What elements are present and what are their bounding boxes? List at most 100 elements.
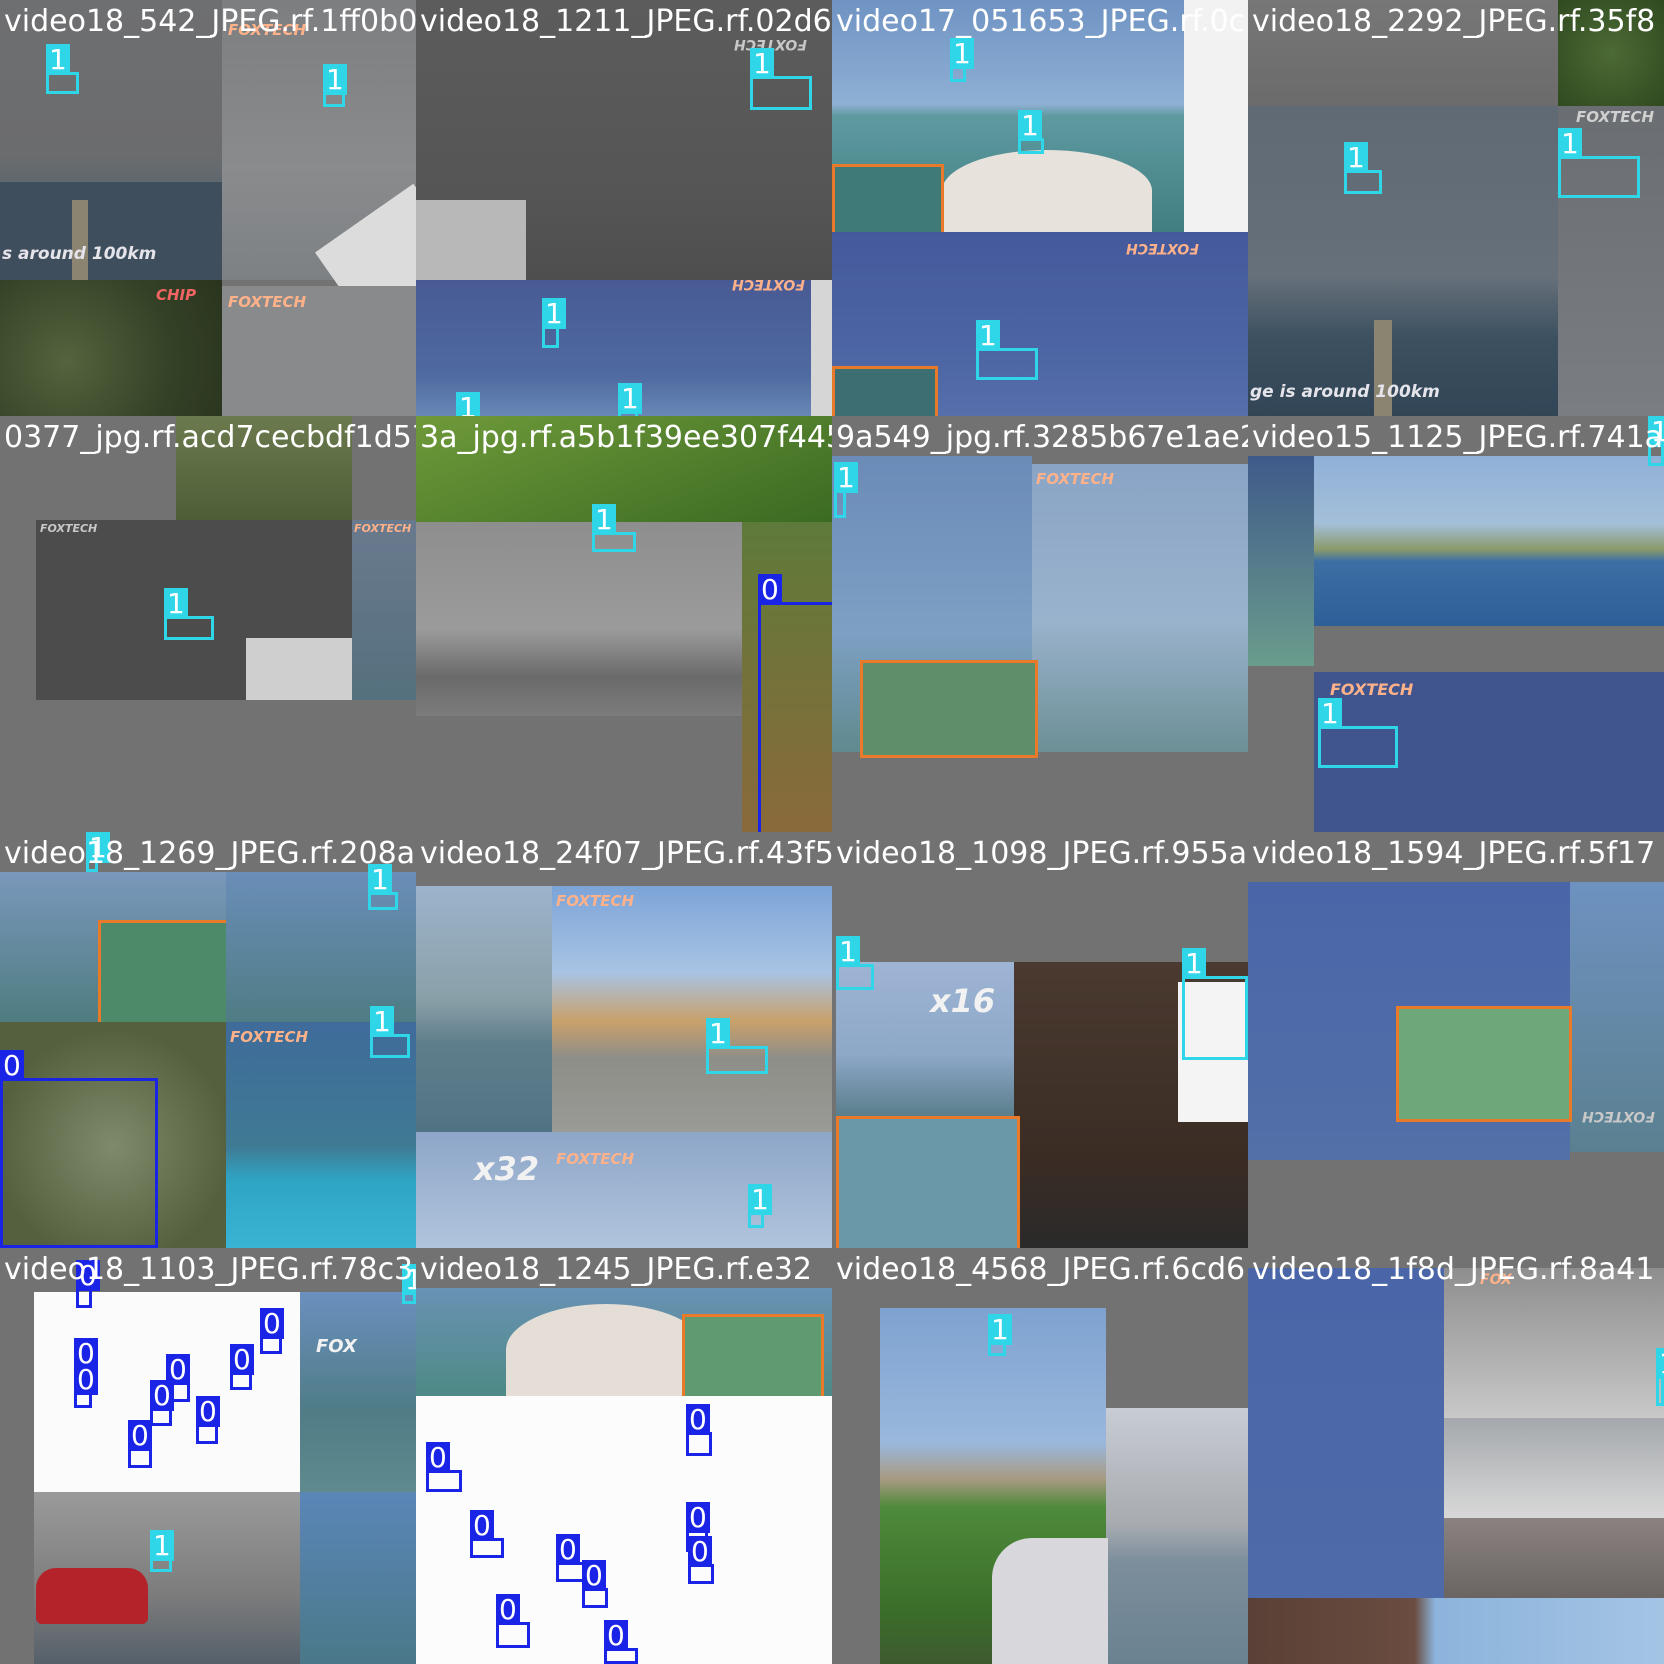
- bbox-drone: 1: [150, 1530, 174, 1572]
- boat-deck: [506, 1304, 706, 1396]
- bbox-drone: 1: [46, 44, 79, 94]
- watermark: FOXTECH: [228, 293, 307, 311]
- bbox-label: 1: [706, 1018, 730, 1049]
- zoom-text: x32: [474, 1150, 540, 1188]
- mosaic-tile: FOXTECH x32 FOXTECH 1 1 video18_24f07_JP…: [416, 832, 832, 1248]
- bbox-label: 1: [1558, 128, 1582, 159]
- bbox-label: 0: [260, 1308, 284, 1339]
- sea-photo: [352, 520, 416, 700]
- watermark: FOXTECH: [1582, 1108, 1655, 1124]
- bbox-drone: 1: [748, 1184, 772, 1228]
- watermark: FOXTECH: [230, 1028, 309, 1046]
- tile-title: video18_1098_JPEG.rf.955a: [836, 836, 1248, 871]
- bbox-label: 1: [164, 588, 188, 619]
- caption-text: s around 100km: [2, 244, 157, 264]
- bbox-drone: 1: [370, 1006, 410, 1058]
- mosaic-tile: 0 0 0 0 0 0 0 0 0 video18_1245_JPEG.rf.e…: [416, 1248, 832, 1664]
- bbox-label: 1: [456, 392, 480, 416]
- tile-title: video18_1103_JPEG.rf.78c3: [4, 1252, 414, 1287]
- bbox-label: 1: [1656, 1348, 1664, 1379]
- drone-frame: [832, 366, 938, 416]
- bbox-label: 0: [604, 1620, 628, 1651]
- bbox-drone: 1: [836, 936, 874, 990]
- watermark: FOXTECH: [40, 522, 98, 535]
- bbox-label: 0: [758, 574, 782, 605]
- tile-title: 0377_jpg.rf.acd7cecbdf1d578: [4, 420, 416, 455]
- mosaic-tile: 1 0 3a_jpg.rf.a5b1f39ee307f445: [416, 416, 832, 832]
- bbox-label: 0: [150, 1380, 174, 1411]
- bbox-drone: 1: [988, 1314, 1012, 1356]
- drone-frame: [98, 920, 232, 1028]
- mosaic-tile: FOXTECH FOXTECH 1 0377_jpg.rf.acd7cecbdf…: [0, 416, 416, 832]
- drone-frame: [860, 660, 1038, 758]
- zoom-text: x16: [930, 982, 996, 1020]
- bbox-drone: 1: [950, 38, 974, 82]
- car-photo: [36, 1568, 148, 1624]
- mosaic-tile: FOX 0 0 0 0 0 0 0 0 0 1 1 video18_1103_J…: [0, 1248, 416, 1664]
- watermark: FOXTECH: [1330, 680, 1414, 699]
- bbox-drone: 1: [592, 504, 636, 552]
- tile-title: video18_1594_JPEG.rf.5f17: [1252, 836, 1656, 871]
- tile-title: video18_1f8d_JPEG.rf.8a41: [1252, 1252, 1655, 1287]
- bbox-bird: 0: [496, 1594, 530, 1648]
- bbox-bird: 0: [74, 1364, 98, 1408]
- bbox-label: 1: [834, 462, 858, 493]
- bbox-label: 1: [618, 383, 642, 414]
- tile-title: video18_542_JPEG.rf.1ff0b03484748220155a…: [4, 4, 416, 39]
- sea-photo: [1248, 456, 1314, 666]
- bbox-drone: 1: [368, 864, 398, 910]
- town-photo: [552, 886, 832, 1132]
- mosaic-tile: FOXTECH FOXTECH 1 1 1 1 video18_1211_JPE…: [416, 0, 832, 416]
- bbox-label: 0: [470, 1510, 494, 1541]
- bbox-drone: 1: [164, 588, 214, 640]
- bbox-label: 1: [750, 48, 774, 79]
- watermark: FOXTECH: [732, 276, 805, 292]
- bbox-drone: 1: [402, 1264, 416, 1304]
- mosaic-tile: FOXTECH 1 1 1 video17_051653_JPEG.rf.0c1…: [832, 0, 1248, 416]
- tile-title: 9a549_jpg.rf.3285b67e1ae27: [836, 420, 1248, 455]
- caption-text: ge is around 100km: [1250, 382, 1440, 402]
- bbox-label: 1: [988, 1314, 1012, 1345]
- mosaic-grid: s around 100km CHIP FOXTECH FOXTECH 1 1 …: [0, 0, 1664, 1664]
- bbox-label: 0: [230, 1344, 254, 1375]
- airport-photo: [416, 522, 742, 716]
- bbox-label: 1: [1318, 698, 1342, 729]
- bbox-bird: 0: [0, 1050, 158, 1248]
- tile-title: video18_2292_JPEG.rf.35f8: [1252, 4, 1656, 39]
- watermark: FOXTECH: [354, 522, 412, 535]
- bbox-label: 0: [582, 1560, 606, 1591]
- drone-arm: [416, 200, 526, 280]
- bbox-label: 0: [128, 1420, 152, 1451]
- mosaic-tile: 1 video18_4568_JPEG.rf.6cd6: [832, 1248, 1248, 1664]
- bbox-bird: 0: [230, 1344, 254, 1390]
- sea-photo: [1248, 106, 1558, 416]
- bbox-label: 0: [196, 1396, 220, 1427]
- mosaic-tile: FOXTECH 1 1 1 0 video18_1269_JPEG.rf.208…: [0, 832, 416, 1248]
- bbox-drone: 1: [1656, 1348, 1664, 1406]
- boat-post: [72, 200, 88, 280]
- bbox-bird: 0: [128, 1420, 152, 1468]
- mosaic-tile: FOX 1 video18_1f8d_JPEG.rf.8a41: [1248, 1248, 1664, 1664]
- bbox-label: 0: [688, 1536, 712, 1567]
- bbox-bird: 0: [470, 1510, 504, 1558]
- bbox-label: 0: [426, 1442, 450, 1473]
- bbox-label: 0: [556, 1534, 580, 1565]
- sea-photo: [1032, 464, 1248, 752]
- mosaic-tile: s around 100km CHIP FOXTECH FOXTECH 1 1 …: [0, 0, 416, 416]
- watermark: FOXTECH: [1126, 240, 1199, 256]
- bbox-label: 1: [836, 936, 860, 967]
- bbox-label: 0: [686, 1404, 710, 1435]
- tile-title: video18_4568_JPEG.rf.6cd6: [836, 1252, 1246, 1287]
- bbox-drone: 1: [1318, 698, 1398, 768]
- boat-deck: [0, 182, 222, 280]
- port-photo: [1106, 1408, 1248, 1664]
- controller-photo: [992, 1538, 1108, 1664]
- mosaic-tile: FOXTECH 1 1 video15_1125_JPEG.rf.741a: [1248, 416, 1664, 832]
- tile-title: video17_051653_JPEG.rf.0c18: [836, 4, 1248, 39]
- bbox-label: 0: [686, 1502, 710, 1533]
- bbox-drone: 1: [542, 298, 566, 348]
- watermark: FOXTECH: [556, 892, 635, 910]
- coast-photo: [416, 886, 552, 1138]
- watermark: FOXTECH: [1576, 108, 1655, 126]
- bbox-drone: 1: [834, 462, 858, 518]
